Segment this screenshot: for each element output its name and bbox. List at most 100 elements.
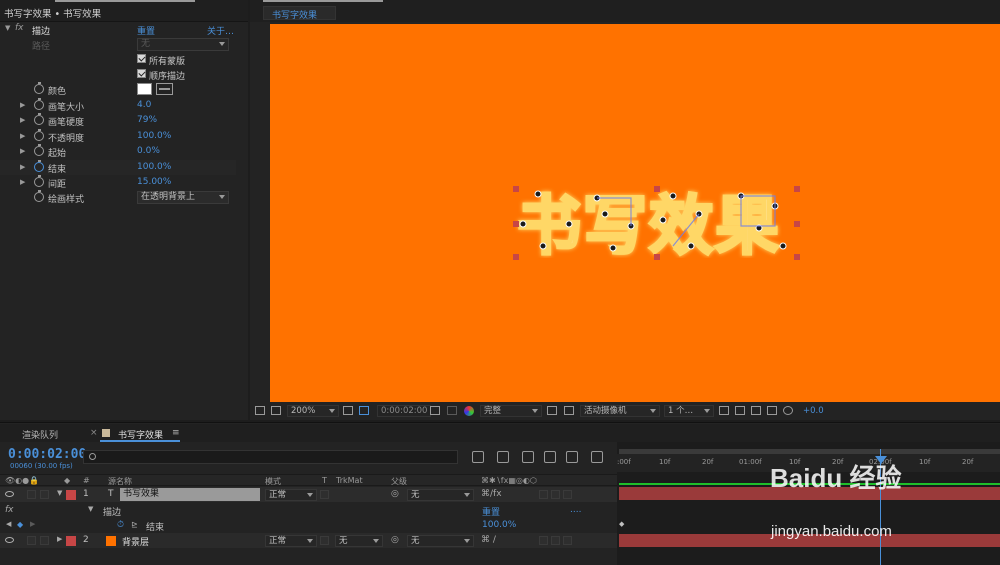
expand-arrow-icon[interactable]: ▶ [20,101,25,109]
region-of-interest-icon[interactable] [547,406,557,415]
prop-value[interactable]: 4.0 [137,100,151,110]
layer-search-input[interactable] [83,450,458,464]
tab-render-queue[interactable]: 渲染队列 [22,428,58,441]
layer-name-field[interactable]: 书写效果 [120,488,260,501]
effect-header-row[interactable]: ▼ fx 描边 重置 关于… [0,22,236,37]
bbox-handle[interactable] [513,186,519,192]
layer-row[interactable]: ▼ 1 T 书写效果 正常 ◎ 无 ⌘/fx [0,487,617,502]
text-layer-graphic[interactable]: 书写效果 [513,186,803,266]
bbox-handle[interactable] [513,254,519,260]
draft-3d-icon[interactable] [497,451,509,463]
stopwatch-active-icon[interactable]: ⏱ [117,520,124,530]
path-dropdown[interactable]: 无 [137,38,229,51]
timeline-icon[interactable] [751,406,761,415]
column-parent[interactable]: 父级 [391,476,407,487]
graph-icon[interactable]: ⊵ [131,520,138,529]
view-layout-dropdown[interactable]: 1 个… [664,405,714,417]
camera-dropdown[interactable]: 活动摄像机 [580,405,660,417]
lock-toggle[interactable] [40,536,49,545]
prop-value[interactable]: 0.0% [137,146,160,156]
motion-blur-icon[interactable] [566,451,578,463]
bbox-handle[interactable] [794,221,800,227]
show-snapshot-icon[interactable] [447,406,457,415]
eye-icon[interactable] [5,537,14,543]
timeline-timecode[interactable]: 0:00:02:00 [8,447,86,462]
keyframe-icon[interactable]: ◆ [17,520,23,529]
prev-keyframe-icon[interactable]: ◀ [6,520,11,528]
stopwatch-icon[interactable] [34,129,44,141]
paint-style-dropdown[interactable]: 在透明背景上 [137,191,229,204]
about-link[interactable]: 关于… [207,24,234,37]
trkmat-dropdown[interactable]: 无 [335,535,383,547]
collapse-arrow-icon[interactable]: ▼ [88,505,93,513]
stopwatch-icon[interactable] [34,175,44,187]
monitor-icon[interactable] [271,406,281,415]
close-icon[interactable]: × [90,428,98,438]
safe-zones-icon[interactable] [343,406,353,415]
mask-visibility-icon[interactable] [359,406,369,415]
bbox-handle[interactable] [654,186,660,192]
flowchart-icon[interactable] [767,406,777,415]
comp-mini-flowchart-icon[interactable] [472,451,484,463]
layer-switch-toggle[interactable] [551,490,560,499]
parent-dropdown[interactable]: 无 [407,535,474,547]
preserve-transparency-toggle[interactable] [320,536,329,545]
layer-switch-toggle[interactable] [563,490,572,499]
color-channel-icon[interactable] [464,406,474,416]
stopwatch-icon[interactable] [34,190,44,202]
reset-link[interactable]: 重置 [137,24,155,37]
av-switches-icon[interactable]: 👁◐●🔒 [5,476,39,485]
prop-value[interactable]: 100.0% [137,131,171,141]
bbox-handle[interactable] [654,254,660,260]
expand-arrow-icon[interactable]: ▶ [20,116,25,124]
effect-row[interactable]: fx ▼ 描边 重置 .... [0,503,617,518]
expand-arrow-icon[interactable]: ▶ [20,163,25,171]
expand-arrow-icon[interactable]: ▶ [20,132,25,140]
effect-options-link[interactable]: .... [570,505,581,515]
stopwatch-icon[interactable] [34,113,44,125]
shy-layers-icon[interactable] [522,451,534,463]
zoom-dropdown[interactable]: 200% [287,405,339,417]
eyedropper-icon[interactable] [156,83,173,95]
graph-editor-icon[interactable] [591,451,603,463]
next-keyframe-icon[interactable]: ▶ [30,520,35,528]
all-masks-checkbox[interactable] [137,54,146,63]
layer-row[interactable]: ▶ 2 背景层 正常 无 ◎ 无 ⌘ / [0,533,617,548]
stopwatch-icon[interactable] [34,98,44,110]
parent-dropdown[interactable]: 无 [407,489,474,501]
sequential-checkbox[interactable] [137,69,146,78]
expand-arrow-icon[interactable]: ▶ [20,147,25,155]
resolution-dropdown[interactable]: 完整 [480,405,542,417]
layer-switch-icons[interactable]: ⌘ / [481,535,496,545]
preserve-transparency-toggle[interactable] [320,490,329,499]
exposure-value[interactable]: +0.0 [803,406,824,416]
fast-preview-icon[interactable] [735,406,745,415]
prop-value[interactable]: 15.00% [137,177,171,187]
layer-switch-icons[interactable]: ⌘/fx [481,489,502,499]
layer-switch-toggle[interactable] [539,536,548,545]
prop-value[interactable]: 100.0% [137,162,171,172]
label-column-icon[interactable]: ◆ [64,476,70,485]
composition-tab[interactable]: 书写字效果 [263,6,336,21]
stopwatch-icon[interactable] [34,144,44,156]
camera-snapshot-icon[interactable] [430,406,440,415]
solo-toggle[interactable] [27,490,36,499]
panel-menu-icon[interactable]: ≡ [172,428,180,438]
label-color-swatch[interactable] [66,536,76,546]
frame-blending-icon[interactable] [544,451,556,463]
property-value[interactable]: 100.0% [482,520,516,530]
eye-icon[interactable] [5,491,14,497]
column-mode[interactable]: 模式 [265,476,281,487]
pickwhip-icon[interactable]: ◎ [391,489,399,499]
collapse-arrow-icon[interactable]: ▼ [57,489,62,497]
stopwatch-active-icon[interactable] [34,160,44,172]
exposure-reset-icon[interactable] [783,406,793,415]
layer-name[interactable]: 背景层 [122,535,149,548]
prop-value[interactable]: 79% [137,115,157,125]
layer-switch-toggle[interactable] [563,536,572,545]
bbox-handle[interactable] [513,221,519,227]
bbox-handle[interactable] [794,186,800,192]
expand-arrow-icon[interactable]: ▶ [20,178,25,186]
solo-toggle[interactable] [27,536,36,545]
color-swatch[interactable] [137,83,152,95]
